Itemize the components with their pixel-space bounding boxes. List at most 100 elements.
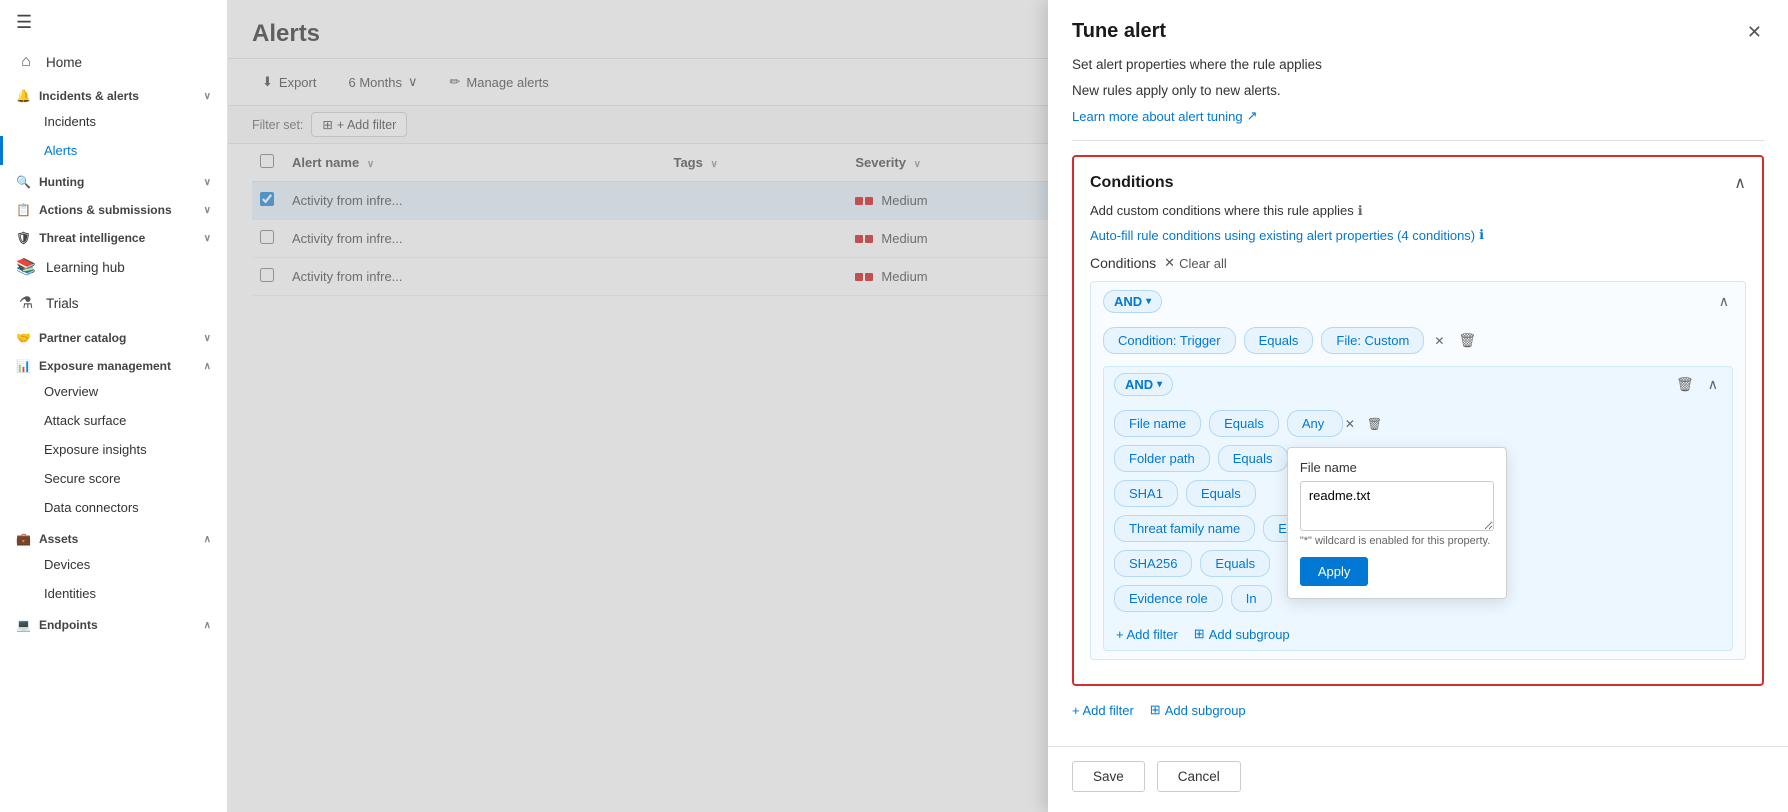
endpoints-icon: 💻 xyxy=(16,618,31,632)
chevron-down-icon: ∧ xyxy=(204,620,211,631)
add-subgroup-button[interactable]: ⊞ Add subgroup xyxy=(1150,702,1246,718)
inner-and-group-actions: 🗑 ∧ xyxy=(1672,374,1722,395)
learning-icon: 📚 xyxy=(16,257,36,277)
collapse-button[interactable]: ∧ xyxy=(1715,291,1733,312)
operator-equals[interactable]: Equals xyxy=(1200,550,1270,577)
learn-more-link[interactable]: Learn more about alert tuning ↗ xyxy=(1072,108,1257,124)
condition-field-tag[interactable]: Condition: Trigger xyxy=(1103,327,1236,354)
apply-button[interactable]: Apply xyxy=(1300,557,1369,586)
file-name-input[interactable]: readme.txt xyxy=(1300,481,1494,531)
sidebar-item-devices[interactable]: Devices xyxy=(0,550,227,579)
menu-icon[interactable]: ☰ xyxy=(0,0,227,45)
home-icon: ⌂ xyxy=(16,53,36,71)
panel-divider xyxy=(1072,140,1764,141)
exposure-icon: 📊 xyxy=(16,359,31,373)
operator-equals[interactable]: Equals xyxy=(1209,410,1279,437)
autofill-info-icon: ℹ xyxy=(1479,227,1484,243)
and-badge[interactable]: AND ▾ xyxy=(1103,290,1162,313)
save-button[interactable]: Save xyxy=(1072,761,1145,792)
subgroup-icon: ⊞ xyxy=(1194,626,1205,642)
operator-in[interactable]: In xyxy=(1231,585,1272,612)
chevron-down-icon: ∨ xyxy=(204,333,211,344)
incidents-alerts-icon: 🔔 xyxy=(16,89,31,103)
inner-condition-rows: File name Equals Any ✕ xyxy=(1104,402,1732,620)
clear-icon: ✕ xyxy=(1164,255,1175,271)
chevron-down-icon: ∨ xyxy=(204,91,211,102)
sidebar-item-partner-catalog[interactable]: 🤝 Partner catalog ∨ xyxy=(0,321,227,349)
chevron-down-icon: ▾ xyxy=(1146,296,1151,307)
conditions-collapse-button[interactable]: ∧ xyxy=(1734,173,1746,193)
threat-icon: 🛡 xyxy=(16,231,31,245)
sidebar-item-data-connectors[interactable]: Data connectors xyxy=(0,493,227,522)
sidebar-item-exposure-management[interactable]: 📊 Exposure management ∧ xyxy=(0,349,227,377)
file-name-popup-label: File name xyxy=(1300,460,1494,475)
conditions-title: Conditions xyxy=(1090,174,1174,192)
panel-body: Set alert properties where the rule appl… xyxy=(1048,55,1788,746)
sidebar-item-home[interactable]: ⌂ Home xyxy=(0,45,227,79)
sidebar-item-threat-intelligence[interactable]: 🛡 Threat intelligence ∨ xyxy=(0,221,227,249)
value-tag[interactable]: File: Custom xyxy=(1321,327,1424,354)
wildcard-note: "*" wildcard is enabled for this propert… xyxy=(1300,535,1494,547)
and-group-header: AND ▾ ∧ xyxy=(1091,282,1745,321)
panel-desc-line2: New rules apply only to new alerts. xyxy=(1072,81,1764,101)
inner-add-filter-button[interactable]: + Add filter xyxy=(1116,627,1178,642)
sidebar-item-exposure-insights[interactable]: Exposure insights xyxy=(0,435,227,464)
sidebar-item-incidents[interactable]: Incidents xyxy=(0,107,227,136)
sidebar-item-assets[interactable]: 💼 Assets ∧ xyxy=(0,522,227,550)
clear-all-button[interactable]: ✕ Clear all xyxy=(1164,255,1227,271)
field-folder-path[interactable]: Folder path xyxy=(1114,445,1210,472)
autofill-link[interactable]: Auto-fill rule conditions using existing… xyxy=(1090,227,1484,243)
panel-desc-line1: Set alert properties where the rule appl… xyxy=(1072,55,1764,75)
inner-collapse-button[interactable]: ∧ xyxy=(1704,374,1722,395)
sidebar-item-identities[interactable]: Identities xyxy=(0,579,227,608)
sidebar-item-overview[interactable]: Overview xyxy=(0,377,227,406)
inner-condition-row: File name Equals Any ✕ xyxy=(1104,406,1732,441)
add-filter-button[interactable]: + Add filter xyxy=(1072,703,1134,718)
any-value-tag[interactable]: Any xyxy=(1287,410,1343,437)
sidebar-item-trials[interactable]: ⚗ Trials xyxy=(0,285,227,321)
clear-value-button[interactable]: ✕ xyxy=(1343,417,1357,431)
field-threat-family-name[interactable]: Threat family name xyxy=(1114,515,1255,542)
field-evidence-role[interactable]: Evidence role xyxy=(1114,585,1223,612)
operator-equals[interactable]: Equals xyxy=(1218,445,1288,472)
footer-add-row: + Add filter ⊞ Add subgroup xyxy=(1072,702,1764,730)
sidebar-item-attack-surface[interactable]: Attack surface xyxy=(0,406,227,435)
sidebar-item-hunting[interactable]: 🔍 Hunting ∨ xyxy=(0,165,227,193)
delete-row-button[interactable]: 🗑 xyxy=(1365,417,1384,431)
operator-equals[interactable]: Equals xyxy=(1186,480,1256,507)
value-wrapper: File: Custom xyxy=(1321,332,1424,350)
panel-footer: Save Cancel xyxy=(1048,746,1788,812)
sidebar-item-endpoints[interactable]: 💻 Endpoints ∧ xyxy=(0,608,227,636)
file-name-value-wrapper: Any ✕ File name readme.txt "*" wildcard … xyxy=(1287,415,1357,433)
chevron-down-icon: ∨ xyxy=(204,233,211,244)
sidebar-item-secure-score[interactable]: Secure score xyxy=(0,464,227,493)
field-file-name[interactable]: File name xyxy=(1114,410,1201,437)
chevron-down-icon: ∧ xyxy=(204,534,211,545)
chevron-down-icon: ∧ xyxy=(204,361,211,372)
sidebar-item-incidents-alerts[interactable]: 🔔 Incidents & alerts ∨ xyxy=(0,79,227,107)
panel-header: Tune alert ✕ xyxy=(1048,0,1788,55)
inner-delete-button[interactable]: 🗑 xyxy=(1672,374,1698,395)
close-button[interactable]: ✕ xyxy=(1745,20,1764,45)
inner-and-group-header: AND ▾ 🗑 ∧ xyxy=(1104,367,1732,402)
sidebar-item-actions-submissions[interactable]: 📋 Actions & submissions ∨ xyxy=(0,193,227,221)
chevron-down-icon: ∨ xyxy=(204,177,211,188)
inner-add-subgroup-button[interactable]: ⊞ Add subgroup xyxy=(1194,626,1290,642)
chevron-down-icon: ▾ xyxy=(1157,379,1162,390)
hunting-icon: 🔍 xyxy=(16,175,31,189)
delete-value-button[interactable]: ✕ xyxy=(1432,334,1446,348)
field-sha1[interactable]: SHA1 xyxy=(1114,480,1178,507)
delete-row-button[interactable]: 🗑 xyxy=(1454,330,1480,351)
tune-alert-panel: Tune alert ✕ Set alert properties where … xyxy=(1048,0,1788,812)
sidebar-item-learning-hub[interactable]: 📚 Learning hub xyxy=(0,249,227,285)
cancel-button[interactable]: Cancel xyxy=(1157,761,1241,792)
conditions-header: Conditions ∧ xyxy=(1090,173,1746,193)
trials-icon: ⚗ xyxy=(16,293,36,313)
operator-tag[interactable]: Equals xyxy=(1244,327,1314,354)
external-link-icon: ↗ xyxy=(1247,108,1258,124)
sidebar: ☰ ⌂ Home 🔔 Incidents & alerts ∨ Incident… xyxy=(0,0,228,812)
actions-icon: 📋 xyxy=(16,203,31,217)
field-sha256[interactable]: SHA256 xyxy=(1114,550,1192,577)
inner-and-badge[interactable]: AND ▾ xyxy=(1114,373,1173,396)
sidebar-item-alerts[interactable]: Alerts xyxy=(0,136,227,165)
